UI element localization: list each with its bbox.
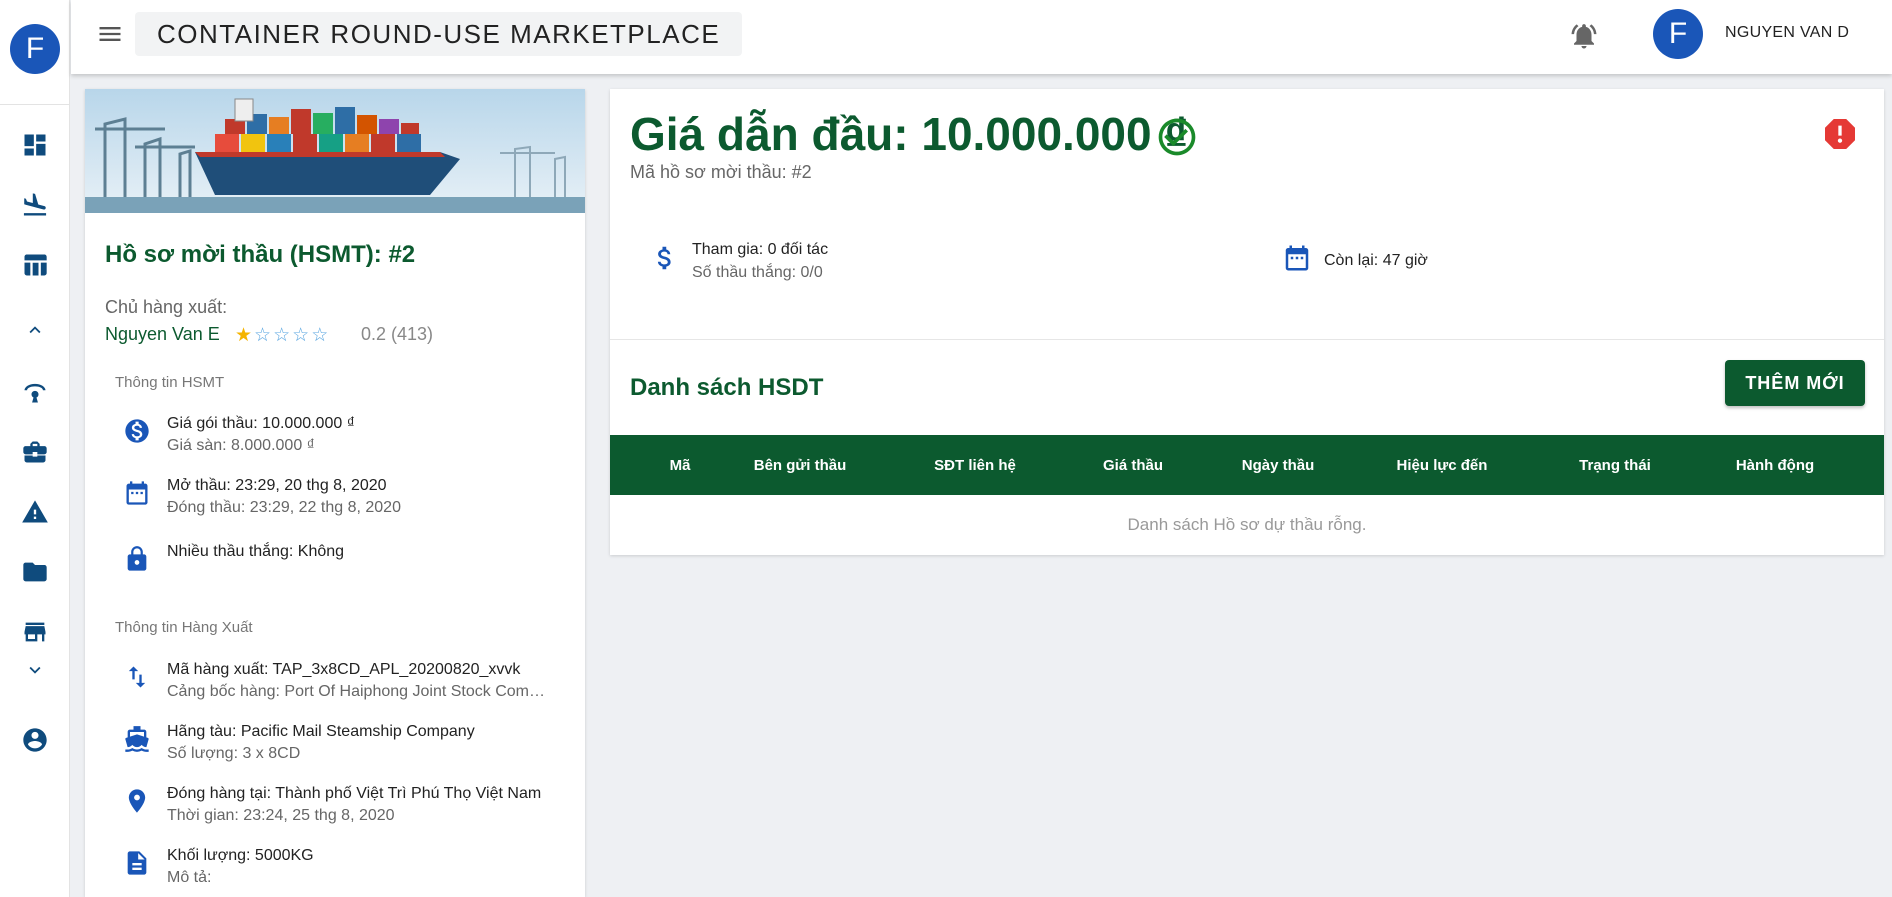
- description-text: Mô tả:: [167, 869, 212, 886]
- table-icon: [24, 254, 47, 276]
- lock-icon: [127, 546, 147, 571]
- calendar-icon: [126, 481, 148, 505]
- column-header-sender[interactable]: Bên gửi thầu: [754, 435, 847, 495]
- pack-time-text: Thời gian: 23:24, 25 thg 8, 2020: [167, 807, 395, 824]
- star-empty-icon: ☆: [292, 325, 312, 346]
- bid-list-title: Danh sách HSDT: [630, 374, 824, 401]
- user-name[interactable]: NGUYEN VAN D: [1725, 24, 1849, 42]
- star-empty-icon: ☆: [273, 325, 293, 346]
- port-text: Cảng bốc hàng: Port Of Haiphong Joint St…: [167, 683, 552, 700]
- notifications-button[interactable]: [1566, 18, 1602, 54]
- column-header-actions[interactable]: Hành động: [1736, 435, 1814, 495]
- chevron-down-icon: [29, 666, 41, 674]
- multi-win-text: Nhiều thầu thắng: Không: [167, 543, 345, 560]
- briefcase-icon: [23, 441, 47, 463]
- rating-score: 0.2 (413): [361, 324, 434, 344]
- sidebar-item-dashboard[interactable]: [0, 125, 70, 165]
- sidebar-expand-toggle[interactable]: [0, 650, 70, 690]
- column-header-status[interactable]: Trạng thái: [1579, 435, 1651, 495]
- menu-icon: [99, 27, 121, 41]
- owner-name-link[interactable]: Nguyen Van E: [105, 324, 220, 345]
- star-empty-icon: ☆: [254, 325, 274, 346]
- column-header-bid-price[interactable]: Giá thầu: [1103, 435, 1163, 495]
- ship-icon: [125, 726, 149, 752]
- open-date-text: Mở thầu: 23:29, 20 thg 8, 2020: [167, 477, 387, 494]
- participants-text: Tham gia: 0 đối tác: [692, 241, 829, 258]
- star-empty-icon: ☆: [311, 325, 331, 346]
- store-icon: [24, 622, 46, 642]
- sidebar-item-documents[interactable]: [0, 552, 70, 592]
- hsmt-title: Hồ sơ mời thầu (HSMT): #2: [105, 241, 416, 268]
- folder-icon: [23, 562, 47, 582]
- floor-price-text: Giá sàn: 8.000.000 ₫: [167, 437, 315, 454]
- sidebar-item-tethering[interactable]: [0, 372, 70, 412]
- bid-summary-card: Giá dẫn đầu: 10.000.000 ₫ Mã hồ sơ mời t…: [610, 89, 1884, 555]
- calendar-icon: [1285, 245, 1309, 271]
- hsmt-detail-card: Hồ sơ mời thầu (HSMT): #2 Chủ hàng xuất:…: [85, 89, 585, 897]
- leading-price: Giá dẫn đầu: 10.000.000 ₫: [630, 108, 1188, 160]
- remaining-time-text: Còn lại: 47 giờ: [1324, 252, 1428, 269]
- sidebar: F: [0, 0, 70, 897]
- sidebar-collapse-toggle[interactable]: [0, 310, 70, 350]
- menu-button[interactable]: [93, 20, 127, 48]
- section-label-hsmt: Thông tin HSMT: [115, 374, 225, 391]
- carrier-text: Hãng tàu: Pacific Mail Steamship Company: [167, 723, 475, 740]
- sidebar-divider: [0, 104, 70, 105]
- weight-text: Khối lượng: 5000KG: [167, 847, 314, 864]
- location-pin-icon: [128, 789, 146, 813]
- top-app-bar: CONTAINER ROUND-USE MARKETPLACE F NGUYEN…: [71, 0, 1892, 74]
- sidebar-item-store[interactable]: [0, 612, 70, 652]
- empty-list-message: Danh sách Hồ sơ dự thầu rỗng.: [1127, 515, 1367, 534]
- dollar-icon: [657, 246, 671, 270]
- check-circle-icon: [1155, 115, 1199, 159]
- price-text: Giá gói thầu: 10.000.000 ₫: [167, 415, 355, 432]
- warning-icon: [22, 500, 48, 523]
- swap-vertical-icon: [128, 666, 146, 688]
- quantity-text: Số lượng: 3 x 8CD: [167, 745, 301, 762]
- owner-label: Chủ hàng xuất:: [105, 297, 228, 317]
- bell-icon: [1571, 24, 1597, 49]
- sidebar-item-arrivals[interactable]: [0, 185, 70, 225]
- dollar-circle-icon: [125, 419, 149, 443]
- wins-text: Số thầu thắng: 0/0: [692, 264, 823, 281]
- wifi-tethering-icon: [24, 383, 46, 403]
- sidebar-item-table[interactable]: [0, 245, 70, 285]
- app-logo[interactable]: F: [10, 24, 60, 74]
- sidebar-item-account[interactable]: [0, 720, 70, 760]
- cargo-ship-banner: [85, 89, 585, 213]
- close-date-text: Đóng thầu: 23:29, 22 thg 8, 2020: [167, 499, 401, 516]
- column-header-code[interactable]: Mã: [670, 435, 691, 495]
- pack-place-text: Đóng hàng tại: Thành phố Việt Trì Phú Th…: [167, 785, 542, 802]
- account-circle-icon: [23, 728, 47, 752]
- bid-table-header: Mã Bên gửi thầu SĐT liên hệ Giá thầu Ngà…: [610, 435, 1884, 495]
- goods-code-text: Mã hàng xuất: TAP_3x8CD_APL_20200820_xvv…: [167, 661, 521, 678]
- sidebar-item-warnings[interactable]: [0, 492, 70, 532]
- section-divider: [610, 339, 1884, 340]
- app-title: CONTAINER ROUND-USE MARKETPLACE: [135, 12, 743, 56]
- column-header-valid-until[interactable]: Hiệu lực đến: [1397, 435, 1488, 495]
- section-label-goods: Thông tin Hàng Xuất: [115, 619, 253, 636]
- add-new-button[interactable]: THÊM MỚI: [1725, 360, 1865, 406]
- document-icon: [127, 851, 147, 875]
- column-header-phone[interactable]: SĐT liên hệ: [934, 435, 1016, 495]
- sidebar-item-jobs[interactable]: [0, 432, 70, 472]
- user-avatar[interactable]: F: [1653, 9, 1703, 59]
- alert-octagon-icon[interactable]: [1820, 114, 1860, 154]
- rating-stars: ★☆☆☆☆: [235, 324, 330, 347]
- dashboard-icon: [24, 134, 46, 156]
- plane-landing-icon: [23, 193, 47, 216]
- column-header-bid-date[interactable]: Ngày thầu: [1242, 435, 1315, 495]
- hoso-code: Mã hồ sơ mời thầu: #2: [630, 162, 812, 182]
- chevron-up-icon: [29, 326, 41, 334]
- star-half-icon: ★: [235, 325, 255, 346]
